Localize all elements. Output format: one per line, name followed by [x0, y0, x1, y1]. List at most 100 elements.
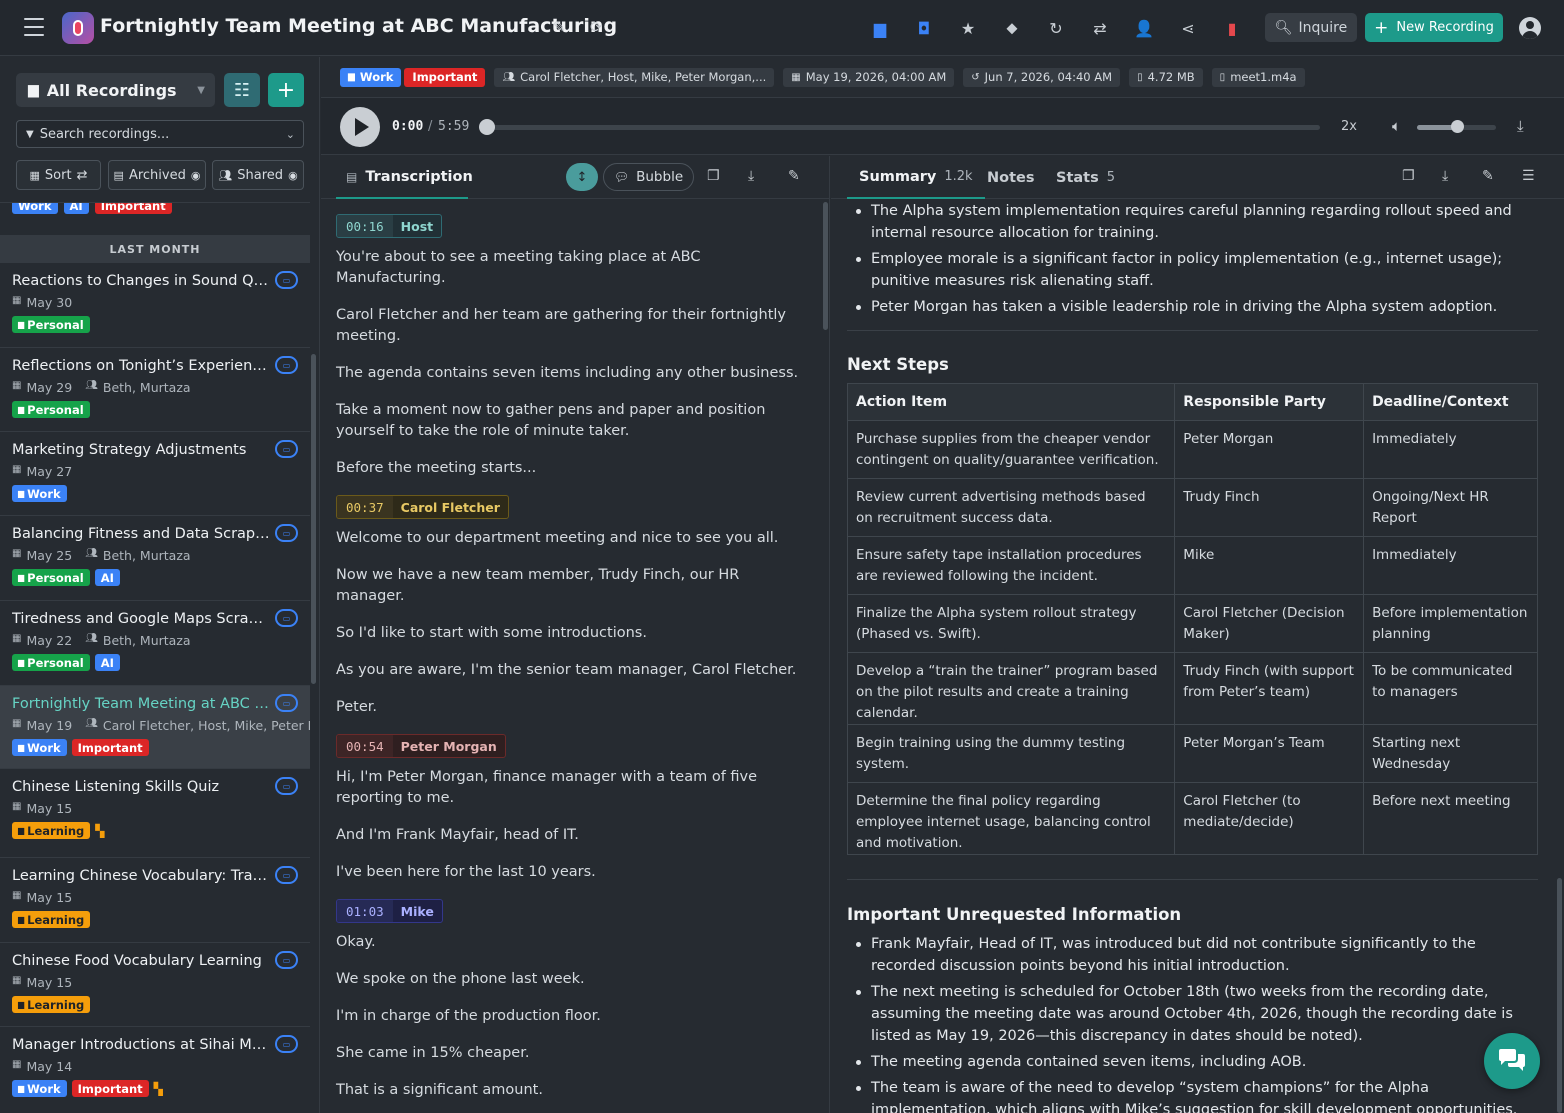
table-row: Purchase supplies from the cheaper vendo…	[846, 420, 1538, 479]
inbox-icon[interactable]: ◘	[902, 16, 946, 40]
download-icon[interactable]: ⤓	[748, 168, 754, 184]
user-avatar[interactable]	[1519, 17, 1541, 39]
shared-status-icon[interactable]: ▭	[275, 609, 298, 627]
download-audio-icon[interactable]: ⤓	[1517, 117, 1524, 135]
copy-icon[interactable]: ❐	[1402, 168, 1415, 184]
shared-toggle[interactable]: 👥︎ Shared ◉	[212, 160, 304, 190]
chevron-down-icon: ⌄	[285, 127, 295, 141]
tag-work[interactable]: ▆ Work	[340, 67, 402, 87]
tag-icon[interactable]: ⬥	[990, 16, 1034, 40]
recording-list-item[interactable]: Fortnightly Team Meeting at ABC M... ▭ ▦ Ma…	[0, 686, 310, 769]
recording-title: Chinese Listening Skills Quiz	[12, 779, 220, 795]
speaker-label[interactable]: 00:37 Carol Fletcher	[336, 495, 509, 519]
reprocess-title-icon[interactable]: ⟳	[590, 18, 603, 36]
sync-icon[interactable]: ⇄	[1078, 16, 1122, 40]
inquire-button[interactable]: 🔍︎ Inquire	[1265, 13, 1357, 42]
tag-important[interactable]: Important	[404, 67, 486, 87]
volume-icon[interactable]: 🔈︎	[1392, 117, 1401, 135]
segment-timestamp[interactable]: 00:37	[337, 496, 393, 518]
redo-icon[interactable]: ↻	[1034, 16, 1078, 40]
segment-timestamp[interactable]: 00:16	[337, 215, 393, 237]
participants-chip[interactable]: 👥︎ Carol Fletcher, Host, Mike, Peter Morg…	[494, 67, 775, 87]
speaker-name[interactable]: Carol Fletcher	[393, 496, 508, 518]
play-button[interactable]	[340, 107, 380, 147]
shared-status-icon[interactable]: ▭	[275, 1035, 298, 1053]
segment-timestamp[interactable]: 00:54	[337, 735, 393, 757]
recordings-list[interactable]: Work AI Important LAST MONTH Reactions t…	[0, 202, 310, 1113]
archived-toggle[interactable]: ▤ Archived ◉	[108, 160, 206, 190]
recording-date: May 15	[26, 890, 73, 905]
speaker-label[interactable]: 01:03 Mike	[336, 899, 443, 923]
tab-stats[interactable]: Stats 5	[1056, 156, 1115, 199]
recordings-filter-select[interactable]: ▆ All Recordings ▼	[16, 73, 215, 107]
tab-summary[interactable]: Summary 1.2k	[847, 156, 985, 199]
transcript-header: ▤ Transcription ↕ 💬︎ Bubble ❐ ⤓ ✎	[321, 156, 829, 199]
edit-icon[interactable]: ✎	[788, 168, 800, 184]
edit-icon[interactable]: ✎	[1482, 168, 1494, 184]
plus-icon: +	[1374, 17, 1389, 38]
recording-date: May 29	[26, 380, 73, 395]
search-input[interactable]: ▼ Search recordings... ⌄	[16, 120, 304, 148]
user-settings-icon[interactable]: 👤	[1122, 16, 1166, 40]
edit-title-icon[interactable]: ✎	[553, 18, 566, 36]
recording-list-item[interactable]: Marketing Strategy Adjustments ▭ ▦ May 27 ▆ W…	[0, 432, 310, 516]
recording-list-item[interactable]: Balancing Fitness and Data Scrapin... ▭ ▦ M…	[0, 516, 310, 601]
playback-speed-button[interactable]: 2x	[1341, 119, 1357, 134]
download-icon[interactable]: ⤓	[1442, 168, 1448, 184]
recording-meta: ▦ May 19 👥︎ Carol Fletcher, Host, Mike, Pet…	[12, 718, 310, 733]
auto-scroll-toggle[interactable]: ↕	[566, 163, 598, 191]
speaker-name[interactable]: Peter Morgan	[393, 735, 505, 757]
recording-list-item[interactable]: Chinese Listening Skills Quiz ▭ ▦ May 15 ▆ Le…	[0, 769, 310, 858]
recording-title: Tiredness and Google Maps Scrapi...	[12, 611, 270, 627]
recording-list-item[interactable]: Learning Chinese Vocabulary: Trans... ▭ ▦ M…	[0, 858, 310, 943]
recording-list-item[interactable]: Reflections on Tonight’s Experience... ▭ ▦…	[0, 348, 310, 432]
transcript-line: Now we have a new team member, Trudy Fin…	[336, 567, 740, 604]
settings-sliders-icon[interactable]: ☰	[1522, 168, 1535, 184]
tab-transcription[interactable]: ▤ Transcription	[336, 156, 473, 199]
tag-learning: ▆ Learning	[12, 911, 91, 928]
new-recording-button[interactable]: + New Recording	[1365, 13, 1503, 42]
recording-list-item[interactable]: Manager Introductions at Sihai Me... ▭ ▦ Ma…	[0, 1027, 310, 1113]
copy-icon[interactable]: ❐	[707, 168, 720, 184]
chat-button[interactable]	[1484, 1033, 1540, 1089]
transcript-scrollbar[interactable]	[823, 202, 828, 330]
volume-handle[interactable]	[1450, 120, 1464, 133]
segment-timestamp[interactable]: 01:03	[337, 900, 393, 922]
recording-meta: ▦ May 30	[12, 295, 72, 310]
shared-status-icon[interactable]: ▭	[275, 271, 298, 289]
shared-status-icon[interactable]: ▭	[275, 440, 298, 458]
shared-status-icon[interactable]: ▭	[275, 777, 298, 795]
folder-icon[interactable]: ▆	[858, 16, 902, 40]
speaker-label[interactable]: 00:54 Peter Morgan	[336, 734, 506, 758]
sidebar-scrollbar[interactable]	[311, 354, 316, 684]
shared-status-icon[interactable]: ▭	[275, 866, 298, 884]
select-mode-button[interactable]: ☷	[224, 73, 260, 107]
speaker-name[interactable]: Mike	[393, 900, 442, 922]
recording-list-item[interactable]: Chinese Food Vocabulary Learning ▭ ▦ May 15…	[0, 943, 310, 1027]
shared-status-icon[interactable]: ▭	[275, 694, 298, 712]
shared-status-icon[interactable]: ▭	[275, 524, 298, 542]
shared-status-icon[interactable]: ▭	[275, 356, 298, 374]
tag-work: ▆ Work	[12, 1080, 67, 1097]
share-icon[interactable]: ⋖	[1166, 16, 1210, 40]
star-icon[interactable]: ★	[946, 16, 990, 40]
shared-status-icon[interactable]: ▭	[275, 951, 298, 969]
menu-icon[interactable]	[24, 18, 44, 36]
recording-list-item[interactable]: Tiredness and Google Maps Scrapi... ▭ ▦ May…	[0, 601, 310, 686]
speaker-name[interactable]: Host	[393, 215, 441, 237]
speaker-label[interactable]: 00:16 Host	[336, 214, 443, 238]
recording-tags: ▆ Work Important	[12, 739, 149, 756]
time-separator: /	[428, 119, 433, 134]
calendar-icon: ▦	[12, 295, 22, 306]
bubble-view-button[interactable]: 💬︎ Bubble	[603, 163, 694, 191]
seek-bar[interactable]	[487, 125, 1320, 130]
trash-icon[interactable]: ▮	[1210, 16, 1254, 40]
transcript-line: And I'm Frank Mayfair, head of IT.	[336, 827, 579, 843]
seek-handle[interactable]	[479, 119, 495, 135]
transcript-line: We spoke on the phone last week.	[336, 971, 585, 987]
summary-scrollbar[interactable]	[1557, 878, 1562, 1113]
recording-list-item[interactable]: Reactions to Changes in Sound Qua... ▭ ▦ Ma…	[0, 263, 310, 348]
tab-notes[interactable]: Notes	[987, 156, 1035, 199]
add-recording-button[interactable]: +	[268, 73, 304, 107]
sort-button[interactable]: ▦ Sort ⇄	[16, 160, 101, 190]
